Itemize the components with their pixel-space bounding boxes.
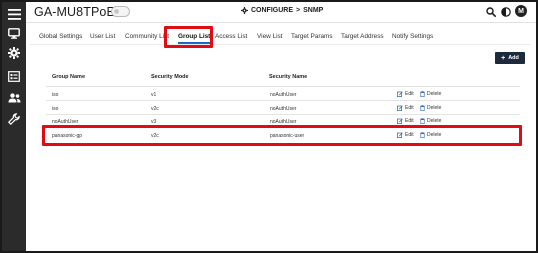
edit-label: Edit — [405, 118, 414, 124]
cell-security-mode: v1 — [151, 92, 157, 98]
plus-icon: + — [501, 54, 506, 62]
breadcrumb-page: SNMP — [303, 7, 324, 14]
avatar[interactable]: M — [515, 5, 527, 17]
delete-button[interactable]: Delete — [420, 105, 441, 111]
edit-icon — [397, 91, 403, 97]
tab-target-address[interactable]: Target Address — [341, 33, 384, 40]
edit-button[interactable]: Edit — [397, 105, 414, 111]
column-header-security-name: Security Name — [269, 74, 308, 80]
edit-label: Edit — [405, 91, 414, 97]
tab-notify-settings[interactable]: Notify Settings — [392, 33, 433, 40]
delete-label: Delete — [427, 91, 442, 97]
trash-icon — [420, 91, 425, 97]
edit-button[interactable]: Edit — [397, 118, 414, 124]
device-title: GA-MU8TPoE+ — [34, 5, 123, 19]
users-icon[interactable] — [5, 89, 23, 107]
breadcrumb-section[interactable]: CONFIGURE — [251, 7, 293, 14]
gear-icon — [241, 7, 248, 14]
row-divider — [46, 114, 520, 115]
header-divider — [26, 22, 536, 23]
gear-icon[interactable] — [5, 44, 23, 62]
sidebar — [2, 2, 26, 251]
delete-label: Delete — [427, 105, 442, 111]
breadcrumb-separator: > — [296, 7, 301, 14]
edit-icon — [397, 118, 403, 124]
delete-button[interactable]: Delete — [420, 118, 441, 124]
monitor-icon[interactable] — [5, 24, 23, 42]
search-icon[interactable] — [485, 6, 496, 17]
list-icon[interactable] — [5, 67, 23, 85]
tabs-baseline — [30, 44, 530, 45]
row-divider — [46, 100, 520, 101]
contrast-icon[interactable] — [500, 6, 511, 17]
cell-security-mode: v2c — [151, 106, 159, 112]
edit-icon — [397, 105, 403, 111]
highlight-box-row — [42, 125, 522, 146]
column-header-group-name: Group Name — [52, 74, 86, 80]
tab-community-list[interactable]: Community List — [125, 33, 169, 40]
cell-security-name: noAuthUser — [270, 106, 297, 112]
wrench-icon[interactable] — [5, 110, 23, 128]
device-status-toggle[interactable] — [111, 6, 130, 17]
edit-label: Edit — [405, 105, 414, 111]
cell-group-name: iso — [52, 106, 59, 112]
add-button-label: Add — [508, 55, 519, 61]
cell-security-name: noAuthUser — [270, 92, 297, 98]
table-header-divider — [46, 86, 520, 87]
tab-user-list[interactable]: User List — [90, 33, 115, 40]
tab-global-settings[interactable]: Global Settings — [39, 33, 82, 40]
tab-target-params[interactable]: Target Params — [291, 33, 333, 40]
tab-view-list[interactable]: View List — [257, 33, 282, 40]
cell-group-name: iso — [52, 92, 59, 98]
breadcrumb: CONFIGURE > SNMP — [241, 7, 323, 14]
trash-icon — [420, 105, 425, 111]
delete-button[interactable]: Delete — [420, 91, 441, 97]
top-header: GA-MU8TPoE+ CONFIGURE > SNMP M — [26, 2, 536, 22]
trash-icon — [420, 118, 425, 124]
tab-access-list[interactable]: Access List — [215, 33, 247, 40]
edit-button[interactable]: Edit — [397, 91, 414, 97]
delete-label: Delete — [427, 118, 442, 124]
add-group-button[interactable]: + Add — [495, 52, 525, 64]
column-header-security-mode: Security Mode — [151, 74, 189, 80]
menu-icon[interactable] — [5, 5, 23, 23]
highlight-box-tab — [164, 26, 213, 48]
